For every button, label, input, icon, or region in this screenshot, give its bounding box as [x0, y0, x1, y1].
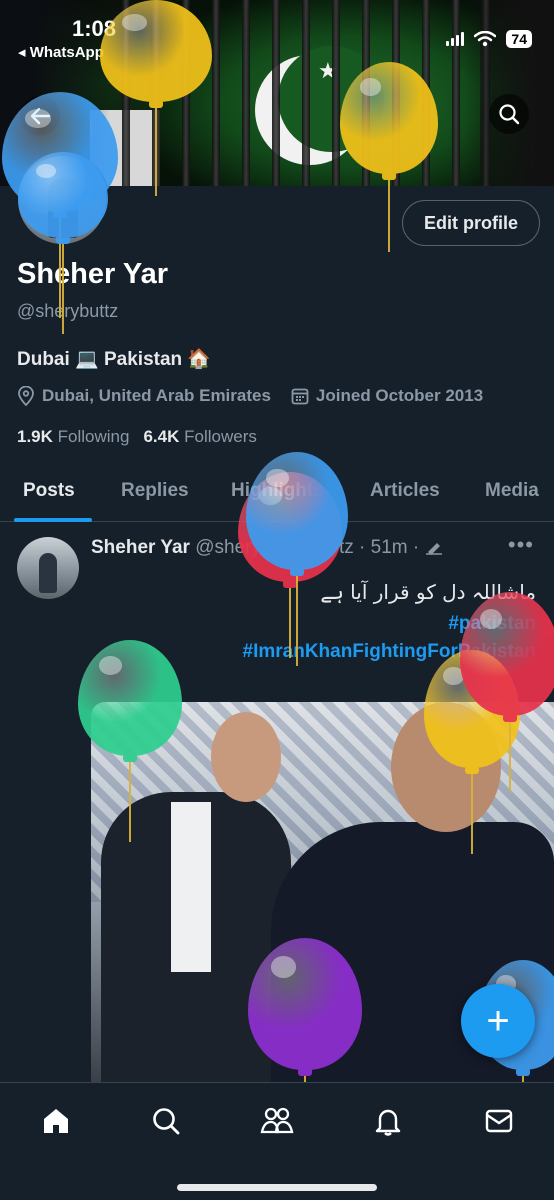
- balloon-icon: [248, 938, 362, 1092]
- balloon-icon: [340, 62, 438, 256]
- nav-communities[interactable]: [257, 1101, 297, 1141]
- followers-link[interactable]: 6.4K Followers: [143, 427, 256, 447]
- search-button[interactable]: [489, 94, 529, 134]
- wifi-icon: [474, 31, 497, 47]
- status-indicators: 74: [446, 30, 532, 48]
- profile-stats: 1.9K Following 6.4K Followers: [17, 427, 257, 447]
- tab-media[interactable]: Media: [485, 480, 539, 502]
- tab-replies[interactable]: Replies: [121, 480, 189, 502]
- following-count: 1.9K: [17, 427, 53, 446]
- balloon-icon: [460, 592, 554, 796]
- home-icon: [44, 1109, 68, 1133]
- compose-button[interactable]: +: [461, 984, 535, 1058]
- back-to-app-link[interactable]: ◂ WhatsApp: [18, 43, 104, 61]
- balloon-icon: [100, 0, 212, 200]
- notifications-icon: [375, 1109, 401, 1136]
- communities-icon: [260, 1107, 294, 1134]
- nav-search[interactable]: [146, 1101, 186, 1141]
- location-text: Dubai, United Arab Emirates: [42, 386, 271, 405]
- following-label: Following: [57, 427, 130, 446]
- balloon-icon: [78, 640, 182, 846]
- messages-icon: [485, 1109, 513, 1133]
- more-dots-icon[interactable]: •••: [508, 532, 534, 558]
- location-pin-icon: [18, 386, 34, 406]
- search-icon: [153, 1108, 180, 1135]
- tab-articles[interactable]: Articles: [370, 480, 440, 502]
- bottom-nav: [0, 1082, 554, 1200]
- balloon-icon: [18, 152, 108, 338]
- nav-home[interactable]: [36, 1101, 76, 1141]
- battery-indicator: 74: [506, 30, 532, 48]
- followers-count: 6.4K: [143, 427, 180, 446]
- post-author[interactable]: Sheher Yar: [91, 537, 190, 558]
- home-indicator: [177, 1184, 377, 1191]
- followers-label: Followers: [184, 427, 257, 446]
- active-tab-indicator: [14, 518, 92, 522]
- nav-messages[interactable]: [479, 1101, 519, 1141]
- tab-posts[interactable]: Posts: [23, 480, 75, 502]
- balloon-icon: [246, 452, 348, 670]
- banner-shade-right: [464, 0, 554, 186]
- following-link[interactable]: 1.9K Following: [17, 427, 129, 447]
- profile-bio: Dubai 💻 Pakistan 🏠: [17, 349, 212, 370]
- post-avatar[interactable]: [17, 537, 79, 599]
- image-head-left: [211, 712, 281, 802]
- profile-meta: Dubai, United Arab Emirates Joined Octob…: [17, 386, 483, 406]
- nav-notifications[interactable]: [368, 1101, 408, 1141]
- signal-icon: [446, 32, 465, 46]
- search-icon: [499, 104, 520, 125]
- post-time: · 51m ·: [359, 537, 420, 558]
- plus-icon: +: [486, 998, 510, 1043]
- profile-location: Dubai, United Arab Emirates: [17, 386, 271, 406]
- calendar-icon: [291, 388, 309, 405]
- profile-joined: Joined October 2013: [291, 386, 483, 406]
- pencil-icon: [425, 543, 442, 555]
- post-avatar-person: [39, 553, 57, 593]
- joined-text: Joined October 2013: [315, 386, 484, 405]
